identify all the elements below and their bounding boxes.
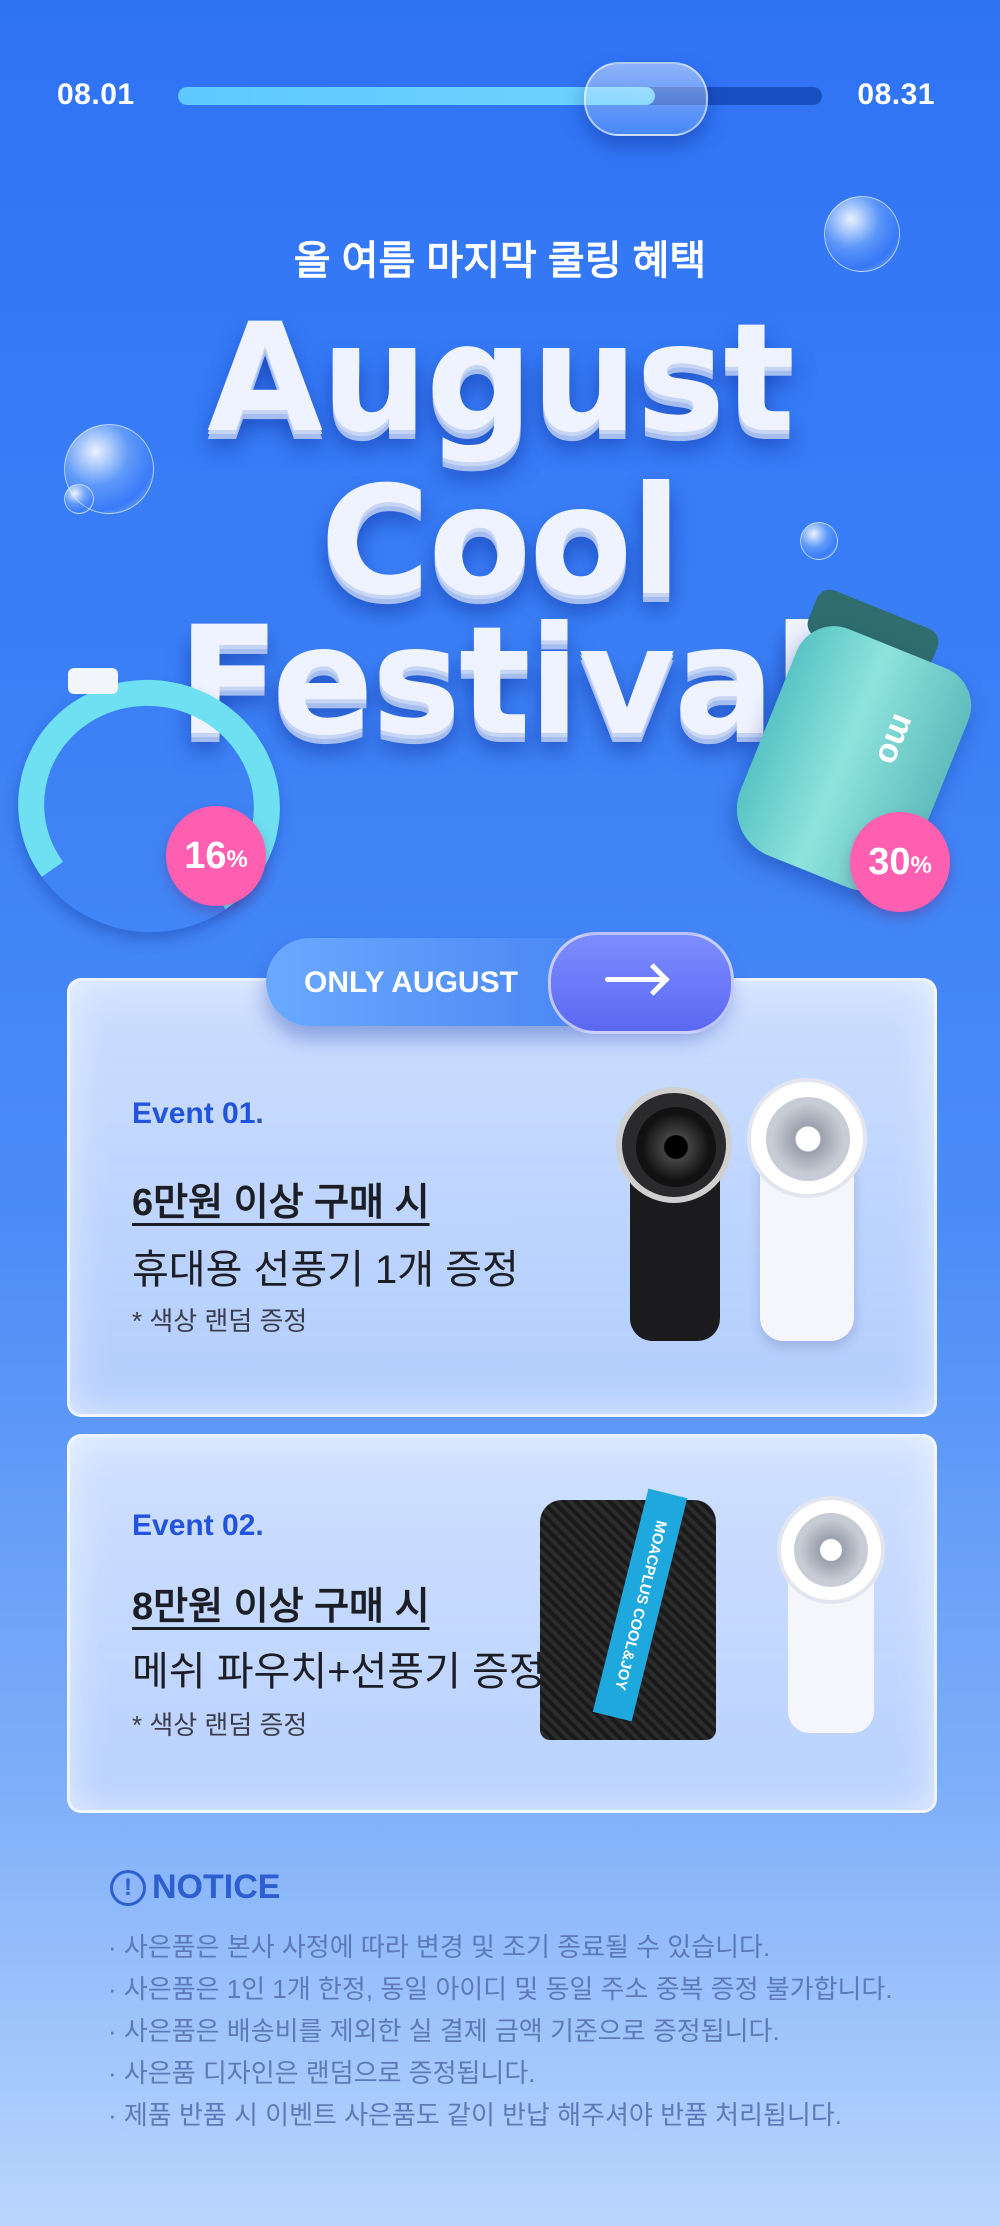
hero-title-line1: August	[206, 292, 795, 466]
event-condition: 6만원 이상 구매 시	[132, 1182, 430, 1224]
white-fan-image	[777, 1496, 885, 1733]
discount-badge-left: 16%	[166, 806, 266, 906]
event-condition: 8만원 이상 구매 시	[132, 1586, 430, 1628]
end-date: 08.31	[857, 78, 935, 111]
notice-list: · 사은품은 본사 사정에 따라 변경 및 조기 종료될 수 있습니다. · 사…	[108, 1926, 893, 2136]
discount-badge-right: 30%	[850, 812, 950, 912]
notice-item: · 사은품은 본사 사정에 따라 변경 및 조기 종료될 수 있습니다.	[108, 1932, 771, 1962]
start-date: 08.01	[57, 78, 135, 111]
arrow-button[interactable]	[548, 932, 734, 1034]
event-gift: 휴대용 선풍기 1개 증정	[132, 1248, 519, 1292]
progress-knob	[584, 62, 708, 136]
notice-item: · 제품 반품 시 이벤트 사은품도 같이 반납 해주셔야 반품 처리됩니다.	[108, 2100, 842, 2130]
event-card-1: Event 01. 6만원 이상 구매 시 휴대용 선풍기 1개 증정 * 색상…	[67, 978, 937, 1417]
notice-title: NOTICE	[152, 1868, 281, 1906]
event-page: 08.01 08.31 올 여름 마지막 쿨링 혜택 August Cool F…	[0, 0, 1000, 2226]
neck-cooler-tag	[68, 668, 118, 694]
event-note: * 색상 랜덤 증정	[132, 1710, 308, 1740]
arrow-right-icon	[605, 977, 663, 982]
event-note: * 색상 랜덤 증정	[132, 1306, 308, 1336]
only-august-label: ONLY AUGUST	[304, 966, 518, 999]
only-august-pill[interactable]: ONLY AUGUST	[266, 932, 734, 1034]
notice-item: · 사은품 디자인은 랜덤으로 증정됩니다.	[108, 2058, 536, 2088]
black-fan-image	[616, 1087, 732, 1341]
white-fan-image	[747, 1078, 867, 1341]
notice-item: · 사은품은 1인 1개 한정, 동일 아이디 및 동일 주소 중복 증정 불가…	[108, 1974, 893, 2004]
notice-item: · 사은품은 배송비를 제외한 실 결제 금액 기준으로 증정됩니다.	[108, 2016, 780, 2046]
event-gift: 메쉬 파우치+선풍기 증정	[132, 1650, 546, 1694]
bubble-icon	[824, 196, 900, 272]
event-tag: Event 02.	[132, 1509, 264, 1542]
event-tag: Event 01.	[132, 1097, 264, 1130]
event-card-2: Event 02. 8만원 이상 구매 시 메쉬 파우치+선풍기 증정 * 색상…	[67, 1434, 937, 1813]
notice-icon: !	[110, 1870, 146, 1906]
progress-track	[178, 87, 822, 105]
